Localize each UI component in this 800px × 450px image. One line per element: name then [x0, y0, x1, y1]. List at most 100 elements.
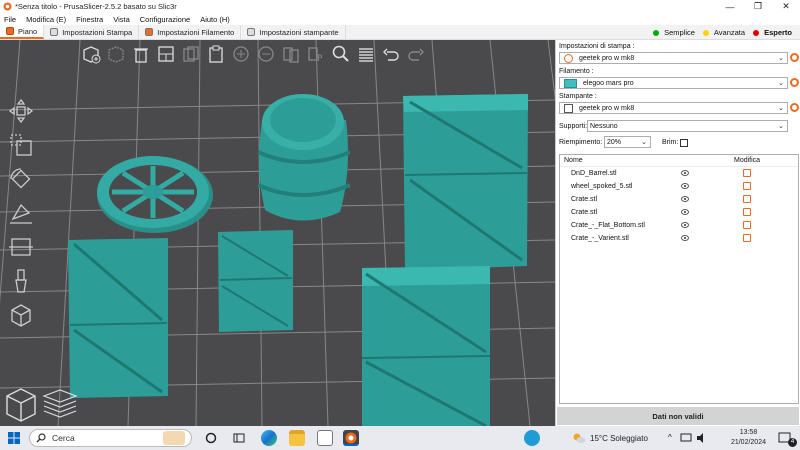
scale-icon[interactable] — [4, 130, 38, 160]
preview-layers-icon[interactable] — [41, 384, 79, 424]
taskbar-search[interactable]: Cerca — [29, 429, 192, 447]
task-view-icon[interactable] — [233, 432, 245, 444]
object-name: wheel_spoked_5.stl — [571, 183, 633, 190]
model-barrel[interactable] — [257, 94, 351, 221]
cog-icon — [50, 28, 59, 36]
print-settings-combo[interactable]: geetek pro w mk8 ⌄ — [559, 52, 788, 64]
title-bar: *Senza titolo - PrusaSlicer-2.5.2 basato… — [0, 0, 800, 13]
supports-label: Supporti: — [559, 123, 588, 130]
list-item[interactable]: Crate_-_Flat_Bottom.stl — [560, 219, 798, 232]
paste-icon[interactable] — [205, 43, 227, 65]
printer-edit-icon[interactable] — [790, 103, 799, 112]
object-list: Nome Modifica DnD_Barrel.stl wheel_spoke… — [559, 154, 799, 404]
tab-printer-settings[interactable]: Impostazioni stampante — [241, 25, 346, 39]
add-icon[interactable] — [80, 43, 102, 65]
menu-configuration[interactable]: Configurazione — [140, 15, 190, 24]
slice-button[interactable]: Dati non validi — [557, 407, 799, 425]
filament-combo[interactable]: elegoo mars pro ⌄ — [559, 77, 788, 89]
mode-advanced[interactable]: Avanzata — [702, 28, 745, 37]
tab-label: Impostazioni Filamento — [157, 27, 235, 37]
menu-edit[interactable]: Modifica (E) — [26, 15, 66, 24]
menu-file[interactable]: File — [4, 15, 16, 24]
eye-icon[interactable] — [681, 170, 689, 176]
mode-simple[interactable]: Semplice — [653, 28, 695, 37]
model-crate-back[interactable] — [403, 94, 528, 270]
taskbar: Cerca 15°C Soleggiato ^ 13:58 21/02/2024… — [0, 426, 800, 450]
split-parts-icon[interactable]: P — [305, 43, 327, 65]
filament-color-swatch[interactable] — [564, 78, 577, 88]
edge-icon[interactable] — [261, 430, 277, 446]
network-icon[interactable] — [680, 433, 692, 443]
object-name: DnD_Barrel.stl — [571, 170, 617, 177]
redo-icon[interactable] — [405, 43, 427, 65]
add-instance-icon[interactable] — [230, 43, 252, 65]
layers-icon[interactable] — [355, 43, 377, 65]
mode-dot-icon — [753, 29, 760, 36]
prusaslicer-taskbar-icon[interactable] — [343, 430, 359, 446]
eye-icon[interactable] — [681, 183, 689, 189]
windows-start-icon[interactable] — [8, 432, 20, 444]
minimize-button[interactable]: — — [716, 0, 744, 13]
delete-icon[interactable] — [105, 43, 127, 65]
filament-edit-icon[interactable] — [790, 78, 799, 87]
edit-icon[interactable] — [743, 195, 751, 203]
list-item[interactable]: Crate.stl — [560, 193, 798, 206]
move-icon[interactable] — [4, 96, 38, 126]
eye-icon[interactable] — [681, 196, 689, 202]
rotate-icon[interactable] — [4, 164, 38, 194]
maximize-button[interactable]: ❐ — [744, 0, 772, 13]
edit-icon[interactable] — [743, 182, 751, 190]
printer-combo[interactable]: geetek pro w mk8 ⌄ — [559, 102, 788, 114]
mode-expert[interactable]: Esperto — [753, 28, 792, 37]
volume-icon[interactable] — [696, 433, 708, 443]
close-button[interactable]: ✕ — [772, 0, 800, 13]
list-item[interactable]: wheel_spoked_5.stl — [560, 180, 798, 193]
infill-combo[interactable]: 20% ⌄ — [604, 136, 651, 148]
menu-view[interactable]: Vista — [113, 15, 130, 24]
search-icon[interactable] — [330, 43, 352, 65]
tab-plater[interactable]: Piano — [0, 25, 45, 39]
eye-icon[interactable] — [681, 235, 689, 241]
store-icon[interactable] — [317, 430, 333, 446]
paint-supports-icon[interactable] — [4, 266, 38, 296]
list-item[interactable]: DnD_Barrel.stl — [560, 167, 798, 180]
print-settings-edit-icon[interactable] — [790, 53, 799, 62]
arrange-icon[interactable] — [155, 43, 177, 65]
supports-combo[interactable]: Nessuno ⌄ — [587, 120, 788, 132]
copy-icon[interactable] — [180, 43, 202, 65]
edit-icon[interactable] — [743, 234, 751, 242]
edit-icon[interactable] — [743, 169, 751, 177]
undo-icon[interactable] — [380, 43, 402, 65]
chevron-up-icon[interactable]: ^ — [668, 433, 672, 442]
list-item[interactable]: Crate_-_Varient.stl — [560, 232, 798, 245]
chevron-down-icon: ⌄ — [641, 139, 647, 146]
eye-icon[interactable] — [681, 209, 689, 215]
menu-window[interactable]: Finestra — [76, 15, 103, 24]
edit-icon[interactable] — [743, 221, 751, 229]
weather-widget[interactable]: 15°C Soleggiato — [572, 426, 648, 450]
brim-checkbox[interactable] — [680, 139, 688, 147]
model-crate-front[interactable] — [361, 266, 491, 426]
tab-print-settings[interactable]: Impostazioni Stampa — [44, 25, 140, 39]
supports-value: Nessuno — [590, 122, 618, 130]
remove-instance-icon[interactable] — [255, 43, 277, 65]
seam-paint-icon[interactable] — [4, 300, 38, 330]
edit-icon[interactable] — [743, 208, 751, 216]
cortana-icon[interactable] — [205, 432, 217, 444]
clock[interactable]: 13:58 21/02/2024 — [731, 428, 766, 448]
3d-view-icon[interactable] — [3, 384, 39, 424]
model-crate-small[interactable] — [218, 230, 293, 332]
3d-scene-canvas[interactable] — [0, 40, 555, 426]
split-objects-icon[interactable] — [280, 43, 302, 65]
mode-label: Esperto — [764, 28, 792, 37]
tab-filament-settings[interactable]: Impostazioni Filamento — [139, 25, 242, 39]
place-on-face-icon[interactable] — [4, 198, 38, 228]
model-crate-left[interactable] — [68, 238, 168, 398]
delete-all-icon[interactable] — [130, 43, 152, 65]
eye-icon[interactable] — [681, 222, 689, 228]
tray-app-icon[interactable] — [524, 430, 540, 446]
menu-help[interactable]: Aiuto (H) — [200, 15, 230, 24]
list-item[interactable]: Crate.stl — [560, 206, 798, 219]
file-explorer-icon[interactable] — [289, 430, 305, 446]
cut-icon[interactable] — [4, 232, 38, 262]
